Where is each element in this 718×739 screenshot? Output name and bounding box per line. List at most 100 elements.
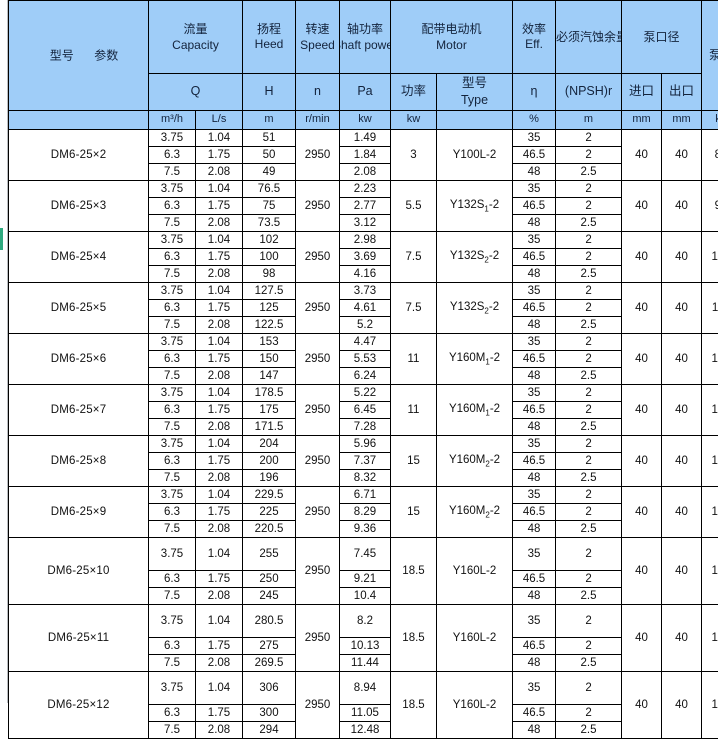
cell-capacity-m3h: 7.5 — [149, 655, 196, 672]
header-motor-en: Motor — [436, 37, 467, 53]
cell-capacity-ls: 1.75 — [196, 249, 243, 266]
cell-head: 49 — [243, 164, 296, 181]
cell-capacity-ls: 1.75 — [196, 638, 243, 655]
cell-bore-inlet-0: 40 — [622, 130, 662, 181]
cell-weight-7: 150 — [702, 487, 718, 538]
cell-model-0: DM6-25×2 — [9, 130, 149, 181]
cell-motor-power-8: 18.5 — [391, 538, 437, 605]
table-row: DM6-25×53.751.04127.529503.737.5Y132S2-2… — [9, 283, 718, 300]
cell-head: 204 — [243, 436, 296, 453]
cell-bore-outlet-10: 40 — [662, 672, 702, 739]
header-group-efficiency: 效率 Eff. — [513, 1, 556, 74]
cell-capacity-ls: 1.04 — [196, 436, 243, 453]
header-group-bore: 泵口径 — [622, 1, 702, 74]
cell-capacity-m3h: 6.3 — [149, 504, 196, 521]
cell-capacity-m3h: 7.5 — [149, 521, 196, 538]
cell-npshr: 2 — [556, 705, 622, 722]
cell-weight-9: 170 — [702, 605, 718, 672]
cell-motor-type-2: Y132S2-2 — [437, 232, 513, 283]
cell-motor-power-7: 15 — [391, 487, 437, 538]
header-weight-cn: 泵重 — [702, 48, 718, 63]
cell-efficiency: 46.5 — [513, 453, 556, 470]
cell-efficiency: 48 — [513, 588, 556, 605]
cell-head: 294 — [243, 722, 296, 739]
cell-capacity-ls: 1.75 — [196, 571, 243, 588]
cell-head: 255 — [243, 538, 296, 571]
cell-npshr: 2 — [556, 232, 622, 249]
table-row: DM6-25×33.751.0476.529502.235.5Y132S1-23… — [9, 181, 718, 198]
cell-shaft-power: 5.2 — [340, 317, 391, 334]
cell-speed-2: 2950 — [296, 232, 340, 283]
cell-shaft-power: 3.12 — [340, 215, 391, 232]
cell-shaft-power: 2.77 — [340, 198, 391, 215]
cell-shaft-power: 7.45 — [340, 538, 391, 571]
header-unit-inlet: mm — [622, 111, 662, 130]
header-symbol-q: Q — [149, 74, 243, 111]
cell-head: 150 — [243, 351, 296, 368]
cell-npshr: 2 — [556, 402, 622, 419]
header-npsh-cn: 必须汽蚀余量 — [556, 30, 621, 45]
cell-npshr: 2 — [556, 605, 622, 638]
cell-speed-5: 2950 — [296, 385, 340, 436]
table-row: DM6-25×83.751.0420429505.9615Y160M2-2352… — [9, 436, 718, 453]
table-row: DM6-25×73.751.04178.529505.2211Y160M1-23… — [9, 385, 718, 402]
cell-efficiency: 48 — [513, 419, 556, 436]
cell-head: 73.5 — [243, 215, 296, 232]
row-gutter-strip — [0, 0, 8, 703]
cell-shaft-power: 8.94 — [340, 672, 391, 705]
cell-motor-type-4: Y160M1-2 — [437, 334, 513, 385]
cell-npshr: 2.5 — [556, 266, 622, 283]
cell-motor-type-7: Y160M2-2 — [437, 487, 513, 538]
table-row: DM6-25×113.751.04280.529508.218.5Y160L-2… — [9, 605, 718, 638]
table-row: DM6-25×103.751.0425529507.4518.5Y160L-23… — [9, 538, 718, 571]
table-header-group: 型号 参数 流量 Capacity 扬程 Heed — [9, 1, 718, 130]
cell-efficiency: 35 — [513, 385, 556, 402]
cell-model-2: DM6-25×4 — [9, 232, 149, 283]
cell-efficiency: 48 — [513, 164, 556, 181]
cell-capacity-m3h: 6.3 — [149, 249, 196, 266]
cell-efficiency: 48 — [513, 722, 556, 739]
cell-capacity-ls: 1.04 — [196, 487, 243, 504]
cell-bore-inlet-2: 40 — [622, 232, 662, 283]
cell-npshr: 2 — [556, 638, 622, 655]
header-unit-h: m — [243, 111, 296, 130]
cell-capacity-ls: 1.04 — [196, 538, 243, 571]
header-row-units: m³/h L/s m r/min kw kw % m mm mm kg — [9, 111, 718, 130]
cell-capacity-m3h: 3.75 — [149, 605, 196, 638]
header-group-capacity: 流量 Capacity — [149, 1, 243, 74]
header-motor-type-en: Type — [461, 92, 488, 109]
cell-head: 280.5 — [243, 605, 296, 638]
cell-speed-10: 2950 — [296, 672, 340, 739]
header-row-titles: 型号 参数 流量 Capacity 扬程 Heed — [9, 1, 718, 74]
cell-capacity-ls: 1.75 — [196, 351, 243, 368]
cell-efficiency: 35 — [513, 181, 556, 198]
cell-bore-inlet-5: 40 — [622, 385, 662, 436]
cell-weight-6: 140 — [702, 436, 718, 487]
cell-capacity-m3h: 6.3 — [149, 351, 196, 368]
cell-capacity-ls: 2.08 — [196, 722, 243, 739]
header-capacity-en: Capacity — [172, 37, 219, 53]
cell-npshr: 2 — [556, 181, 622, 198]
cell-capacity-ls: 1.04 — [196, 385, 243, 402]
cell-npshr: 2.5 — [556, 470, 622, 487]
cell-capacity-ls: 2.08 — [196, 164, 243, 181]
cell-capacity-m3h: 6.3 — [149, 571, 196, 588]
header-unit-q-m3h: m³/h — [149, 111, 196, 130]
cell-npshr: 2 — [556, 487, 622, 504]
header-label-parameter: 参数 — [94, 48, 118, 63]
cell-model-1: DM6-25×3 — [9, 181, 149, 232]
cell-model-7: DM6-25×9 — [9, 487, 149, 538]
cell-speed-9: 2950 — [296, 605, 340, 672]
cell-capacity-ls: 2.08 — [196, 215, 243, 232]
cell-head: 98 — [243, 266, 296, 283]
cell-capacity-ls: 1.75 — [196, 147, 243, 164]
header-unit-q-ls: L/s — [196, 111, 243, 130]
cell-bore-outlet-0: 40 — [662, 130, 702, 181]
cell-speed-4: 2950 — [296, 334, 340, 385]
header-group-motor: 配带电动机 Motor — [391, 1, 513, 74]
cell-capacity-m3h: 6.3 — [149, 705, 196, 722]
cell-head: 51 — [243, 130, 296, 147]
cell-capacity-m3h: 6.3 — [149, 402, 196, 419]
cell-npshr: 2.5 — [556, 655, 622, 672]
cell-capacity-m3h: 3.75 — [149, 130, 196, 147]
